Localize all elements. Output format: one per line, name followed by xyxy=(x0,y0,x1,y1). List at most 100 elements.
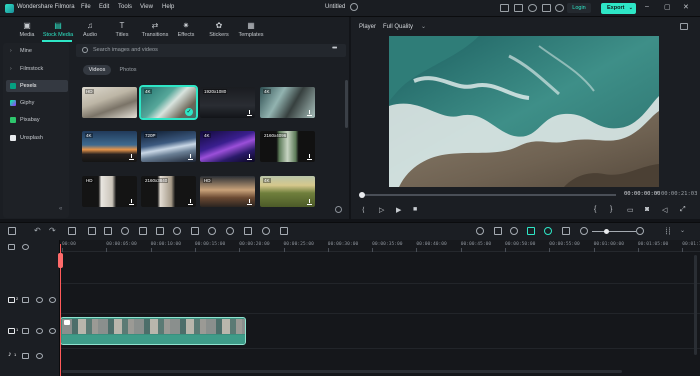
microphone-icon[interactable] xyxy=(510,227,518,235)
folder-icon[interactable] xyxy=(22,297,29,303)
media-thumbnail[interactable]: HD xyxy=(82,176,137,207)
zoom-slider[interactable] xyxy=(592,231,636,232)
tag-icon[interactable] xyxy=(121,227,129,235)
media-thumbnail[interactable]: 4K xyxy=(200,131,255,162)
media-thumbnail-selected[interactable]: 4K ✓ xyxy=(139,85,198,120)
delete-icon[interactable] xyxy=(68,227,76,235)
scrubber-handle[interactable] xyxy=(359,192,365,198)
tab-effects[interactable]: ✷ Effects xyxy=(174,17,198,42)
tab-audio[interactable]: ♫ Audio xyxy=(78,17,102,42)
media-thumbnail[interactable]: 2160x4096 xyxy=(260,131,315,162)
download-icon[interactable] xyxy=(129,154,134,160)
play-icon[interactable]: ▶ xyxy=(396,206,401,214)
folder-icon[interactable] xyxy=(22,328,29,334)
download-icon[interactable] xyxy=(514,4,523,12)
mark-in-icon[interactable]: { xyxy=(594,206,596,213)
mute-icon[interactable] xyxy=(36,353,43,359)
media-thumbnail[interactable]: 2160x3840 xyxy=(141,176,196,207)
mute-icon[interactable] xyxy=(36,297,43,303)
previous-frame-icon[interactable]: ⟨ xyxy=(362,206,365,214)
tab-stock-media[interactable]: ▤ Stock Media xyxy=(40,17,76,42)
menu-tools[interactable]: Tools xyxy=(118,4,132,10)
avatar-icon[interactable] xyxy=(555,4,564,12)
menu-file[interactable]: File xyxy=(81,4,91,10)
mark-out-icon[interactable]: } xyxy=(610,206,612,213)
media-scrollbar[interactable] xyxy=(345,80,348,128)
download-icon[interactable] xyxy=(188,199,193,205)
video-clip[interactable] xyxy=(60,317,246,345)
sidebar-item-pixabay[interactable]: Pixabay xyxy=(6,114,68,126)
redo-icon[interactable]: ↷ xyxy=(49,227,57,235)
stop-icon[interactable]: ■ xyxy=(413,206,417,213)
gift-icon[interactable] xyxy=(542,4,551,12)
playback-scrubber[interactable] xyxy=(361,194,616,196)
tab-titles[interactable]: T Titles xyxy=(110,17,134,42)
snap-icon[interactable] xyxy=(476,227,484,235)
download-icon[interactable] xyxy=(307,199,312,205)
link-icon[interactable] xyxy=(22,244,29,250)
chevron-down-icon[interactable]: ⌄ xyxy=(421,23,426,30)
download-icon[interactable] xyxy=(307,110,312,116)
shield-icon[interactable] xyxy=(494,227,502,235)
close-icon[interactable]: ✕ xyxy=(683,3,689,11)
grip-icon[interactable] xyxy=(666,227,670,235)
menu-edit[interactable]: Edit xyxy=(99,4,109,10)
marker-icon[interactable] xyxy=(562,227,570,235)
timeline-vertical-scrollbar[interactable] xyxy=(694,255,697,355)
sidebar-item-unsplash[interactable]: Unsplash xyxy=(6,132,68,144)
volume-icon[interactable]: ◁ xyxy=(662,206,667,214)
collapse-sidebar-icon[interactable]: « xyxy=(59,206,66,213)
display-icon[interactable]: ▭ xyxy=(627,206,634,214)
zoom-out-icon[interactable] xyxy=(580,227,588,235)
audio-stretch-icon[interactable] xyxy=(262,227,270,235)
speed-icon[interactable] xyxy=(173,227,181,235)
menu-help[interactable]: Help xyxy=(162,4,174,10)
media-thumbnail[interactable]: 1920x1080 xyxy=(200,87,255,118)
quality-select[interactable]: Full Quality xyxy=(383,24,413,30)
folder-icon[interactable] xyxy=(22,353,29,359)
timeline-area[interactable] xyxy=(0,240,700,376)
download-icon[interactable] xyxy=(188,154,193,160)
minimize-icon[interactable]: – xyxy=(645,3,649,10)
sidebar-item-giphy[interactable]: Giphy xyxy=(6,97,68,109)
text-icon[interactable] xyxy=(156,227,164,235)
render-icon[interactable] xyxy=(527,227,535,235)
split-icon[interactable] xyxy=(88,227,96,235)
download-icon[interactable] xyxy=(247,110,252,116)
download-icon[interactable] xyxy=(247,199,252,205)
tab-transitions[interactable]: ⇄ Transitions xyxy=(139,17,171,42)
undo-icon[interactable]: ↶ xyxy=(34,227,42,235)
sidebar-item-pexels[interactable]: Pexels xyxy=(6,80,68,92)
segment-videos[interactable]: Videos xyxy=(83,65,111,75)
more-options-icon[interactable]: ••• xyxy=(332,45,337,52)
video-preview[interactable] xyxy=(389,36,659,187)
fit-icon[interactable] xyxy=(244,227,252,235)
media-thumbnail[interactable]: 4K xyxy=(260,176,315,207)
eye-icon[interactable] xyxy=(49,297,56,303)
sidebar-item-filmstock[interactable]: › Filmstock xyxy=(6,63,68,75)
tab-stickers[interactable]: ✿ Stickers xyxy=(206,17,232,42)
menu-view[interactable]: View xyxy=(140,4,153,10)
tab-media[interactable]: ▣ Media xyxy=(14,17,40,42)
media-thumbnail[interactable]: 4K xyxy=(82,131,137,162)
download-icon[interactable] xyxy=(247,154,252,160)
ai-icon[interactable] xyxy=(544,227,552,235)
playhead-handle[interactable] xyxy=(58,253,63,268)
freeze-icon[interactable] xyxy=(191,227,199,235)
maximize-icon[interactable]: ▢ xyxy=(664,3,671,11)
crop-icon[interactable] xyxy=(139,227,147,235)
cloud-icon[interactable] xyxy=(528,4,537,12)
fullscreen-icon[interactable]: ⤢ xyxy=(680,206,686,214)
timeline-horizontal-scrollbar[interactable] xyxy=(62,370,622,373)
mute-icon[interactable] xyxy=(36,328,43,334)
camera-icon[interactable]: ◙ xyxy=(645,206,649,213)
eye-icon[interactable] xyxy=(49,328,56,334)
tab-templates[interactable]: ▦ Templates xyxy=(236,17,266,42)
chevron-down-icon[interactable]: ⌄ xyxy=(680,227,685,234)
info-icon[interactable] xyxy=(335,206,342,213)
monitor-icon[interactable] xyxy=(500,4,509,12)
grid-layout-icon[interactable] xyxy=(8,227,16,235)
download-icon[interactable] xyxy=(307,154,312,160)
segment-photos[interactable]: Photos xyxy=(114,65,142,75)
more-tools-icon[interactable] xyxy=(280,227,288,235)
